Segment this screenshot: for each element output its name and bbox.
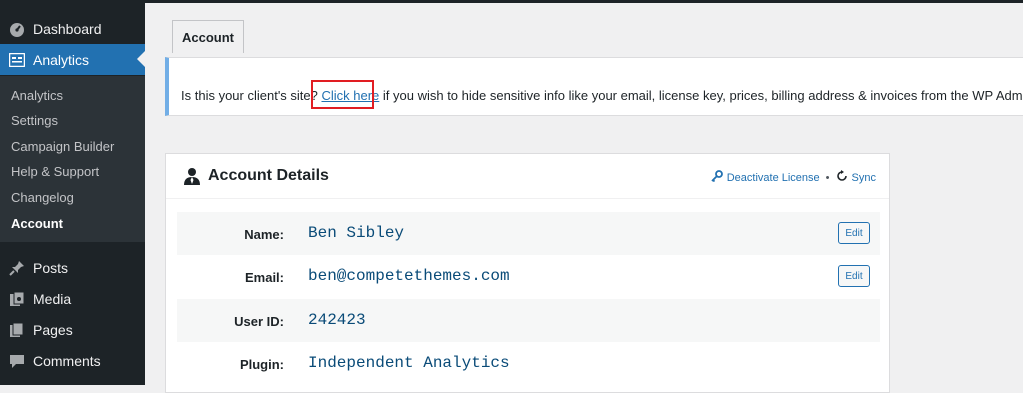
notice-text: Is this your client's site? Click here i… — [181, 88, 1023, 103]
dashboard-icon — [9, 21, 25, 37]
admin-sidebar: Dashboard Analytics Analytics Settings C… — [0, 0, 145, 385]
row-value: ben@competethemes.com — [308, 267, 510, 285]
menu-media[interactable]: Media — [0, 283, 145, 314]
notice-text-after: if you wish to hide sensitive info like … — [379, 88, 1023, 103]
menu-pages-label: Pages — [33, 321, 73, 338]
menu-dashboard[interactable]: Dashboard — [0, 13, 145, 44]
menu-media-label: Media — [33, 290, 72, 307]
submenu-analytics[interactable]: Analytics — [11, 88, 63, 103]
row-label: Email: — [244, 270, 284, 285]
row-label: Plugin: — [239, 357, 284, 372]
submenu-help-support[interactable]: Help & Support — [11, 164, 99, 179]
highlight-box — [311, 80, 374, 109]
row-label: Name: — [244, 227, 284, 242]
row-value: Ben Sibley — [308, 224, 405, 242]
tab-account-label: Account — [182, 29, 234, 45]
user-icon — [184, 167, 200, 190]
edit-email-button[interactable]: Edit — [838, 265, 870, 287]
menu-pages[interactable]: Pages — [0, 314, 145, 345]
pages-icon — [9, 322, 25, 338]
row-label: User ID: — [234, 314, 284, 329]
admin-top-strip — [145, 0, 1023, 3]
sync-icon — [836, 170, 848, 185]
media-icon — [9, 291, 25, 307]
account-row-plugin: Plugin: Independent Analytics — [177, 342, 880, 385]
menu-comments[interactable]: Comments — [0, 345, 145, 376]
account-row-email: Email: ben@competethemes.com Edit — [177, 255, 880, 298]
sync-link[interactable]: Sync — [852, 172, 876, 184]
submenu-settings[interactable]: Settings — [11, 113, 58, 128]
submenu-changelog[interactable]: Changelog — [11, 190, 74, 205]
card-header: Account Details Deactivate License • Syn… — [166, 154, 889, 199]
actions-separator: • — [825, 171, 830, 184]
menu-comments-label: Comments — [33, 352, 101, 369]
card-title: Account Details — [208, 167, 329, 184]
account-row-name: Name: Ben Sibley Edit — [177, 212, 880, 255]
card-actions: Deactivate License • Sync — [711, 170, 876, 185]
notice-text-before: Is this your client's site? — [181, 88, 322, 103]
deactivate-license-link[interactable]: Deactivate License — [727, 172, 820, 184]
account-details-card: Account Details Deactivate License • Syn… — [165, 153, 890, 393]
analytics-icon — [9, 52, 25, 68]
comment-icon — [9, 353, 25, 369]
pin-icon — [9, 260, 25, 276]
submenu-campaign-builder[interactable]: Campaign Builder — [11, 139, 114, 154]
edit-name-button[interactable]: Edit — [838, 222, 870, 244]
menu-analytics-label: Analytics — [33, 51, 90, 68]
menu-posts[interactable]: Posts — [0, 252, 145, 283]
account-row-user-id: User ID: 242423 — [177, 299, 880, 342]
row-value: Independent Analytics — [308, 354, 510, 372]
menu-dashboard-label: Dashboard — [33, 20, 102, 37]
menu-posts-label: Posts — [33, 259, 69, 276]
menu-analytics[interactable]: Analytics — [0, 44, 145, 75]
client-site-notice: Is this your client's site? Click here i… — [165, 57, 1023, 116]
key-icon — [711, 170, 723, 185]
tab-account[interactable]: Account — [172, 20, 244, 53]
analytics-submenu: Analytics Settings Campaign Builder Help… — [0, 76, 145, 242]
row-value: 242423 — [308, 311, 366, 329]
submenu-account[interactable]: Account — [11, 216, 63, 231]
